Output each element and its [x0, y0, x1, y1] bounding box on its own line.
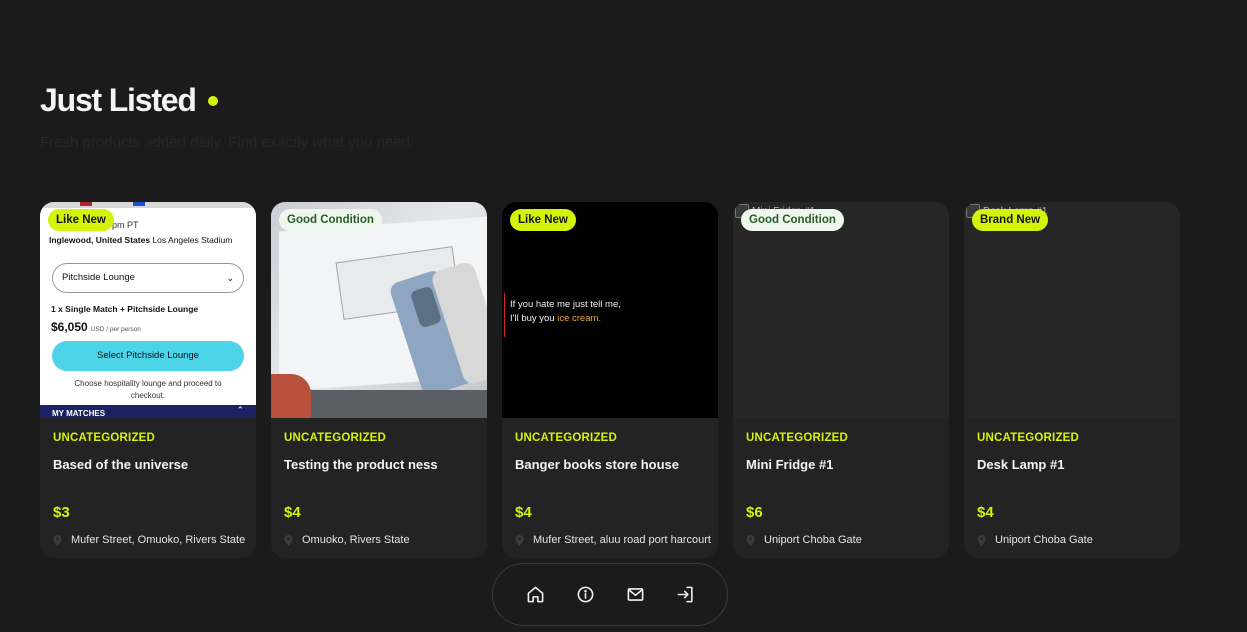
product-price: $4 — [977, 504, 994, 521]
location-pin-icon — [515, 534, 524, 546]
title-dot-icon — [207, 96, 218, 106]
section-header: Just Listed — [40, 80, 218, 120]
product-image: Good Condition — [271, 202, 487, 418]
image-select: Pitchside Lounge ⌄ — [52, 263, 244, 293]
product-location-text: Mufer Street, aluu road port harcourt — [533, 534, 711, 546]
product-price: $6 — [746, 504, 763, 521]
condition-badge: Like New — [48, 209, 114, 231]
product-price: $3 — [53, 504, 70, 521]
flag-icon — [80, 202, 92, 206]
location-pin-icon — [53, 534, 62, 546]
product-name[interactable]: Banger books store house — [515, 457, 705, 472]
image-amount: $6,050 USD / per person — [51, 320, 141, 334]
image-quote-accent: ice cream. — [557, 313, 602, 324]
image-select-value: Pitchside Lounge — [62, 272, 135, 283]
product-category: UNCATEGORIZED — [53, 432, 156, 444]
product-card[interactable]: Good Condition UNCATEGORIZED Testing the… — [271, 202, 487, 558]
chevron-up-icon: ⌃ — [236, 405, 244, 415]
product-location: Uniport Choba Gate — [746, 534, 942, 546]
product-location: Uniport Choba Gate — [977, 534, 1173, 546]
card-body: UNCATEGORIZED Banger books store house — [502, 418, 718, 472]
product-image: Desk Lamp #1 Brand New — [964, 202, 1180, 418]
image-footer-bar: MY MATCHES ⌃ — [40, 405, 256, 418]
home-icon — [527, 586, 543, 603]
image-venue-city: Inglewood, United States — [49, 235, 151, 245]
image-venue-name: Los Angeles Stadium — [152, 235, 233, 245]
nav-mail-button[interactable] — [623, 583, 647, 607]
page: Just Listed Fresh products added daily. … — [0, 0, 1247, 632]
nav-home-button[interactable] — [523, 583, 547, 607]
product-name[interactable]: Based of the universe — [53, 457, 243, 472]
login-icon — [677, 586, 693, 603]
product-price: $4 — [284, 504, 301, 521]
section-subtitle: Fresh products added daily. Find exactly… — [40, 134, 415, 151]
product-price: $4 — [515, 504, 532, 521]
product-card[interactable]: Mini Fridge #1 Good Condition UNCATEGORI… — [733, 202, 949, 558]
product-category: UNCATEGORIZED — [746, 432, 849, 444]
image-hint: Choose hospitality lounge and proceed to… — [74, 379, 222, 400]
product-location: Mufer Street, Omuoko, Rivers State — [53, 534, 249, 546]
image-quote-line1: If you hate me just tell me, — [510, 299, 621, 310]
product-location-text: Uniport Choba Gate — [995, 534, 1093, 546]
image-amount-unit: USD / per person — [90, 326, 141, 333]
location-pin-icon — [284, 534, 293, 546]
product-image: Mini Fridge #1 Good Condition — [733, 202, 949, 418]
product-category: UNCATEGORIZED — [977, 432, 1080, 444]
image-footer-text: MY MATCHES — [52, 409, 106, 418]
nav-login-button[interactable] — [673, 583, 697, 607]
product-grid: pm PT Inglewood, United States Los Angel… — [40, 202, 1180, 558]
mail-icon — [627, 588, 643, 601]
product-name[interactable]: Desk Lamp #1 — [977, 457, 1167, 472]
condition-badge: Good Condition — [741, 209, 844, 231]
info-icon — [577, 586, 593, 603]
product-image: pm PT Inglewood, United States Los Angel… — [40, 202, 256, 418]
image-quote-prefix: I'll buy you — [510, 313, 558, 324]
image-cta: Select Pitchside Lounge — [52, 341, 244, 371]
image-package: 1 x Single Match + Pitchside Lounge — [51, 304, 199, 314]
product-location: Mufer Street, aluu road port harcourt — [515, 534, 711, 546]
nav-info-button[interactable] — [573, 583, 597, 607]
image-top-strip — [40, 202, 256, 208]
product-name[interactable]: Mini Fridge #1 — [746, 457, 936, 472]
condition-badge: Good Condition — [279, 209, 382, 231]
product-location-text: Omuoko, Rivers State — [302, 534, 410, 546]
product-card[interactable]: pm PT Inglewood, United States Los Angel… — [40, 202, 256, 558]
location-pin-icon — [977, 534, 986, 546]
location-pin-icon — [746, 534, 755, 546]
condition-badge: Like New — [510, 209, 576, 231]
product-location-text: Uniport Choba Gate — [764, 534, 862, 546]
product-location-text: Mufer Street, Omuoko, Rivers State — [71, 534, 246, 546]
product-image: If you hate me just tell me, I'll buy yo… — [502, 202, 718, 418]
image-quote: If you hate me just tell me, I'll buy yo… — [510, 298, 621, 326]
product-category: UNCATEGORIZED — [515, 432, 618, 444]
image-quote-line2: I'll buy you ice cream. — [510, 312, 621, 326]
image-amount-value: $6,050 — [51, 320, 88, 334]
flag-icon — [133, 202, 145, 206]
product-category: UNCATEGORIZED — [284, 432, 387, 444]
card-body: UNCATEGORIZED Based of the universe — [40, 418, 256, 472]
section-title: Just Listed — [40, 82, 197, 118]
bottom-nav — [492, 563, 728, 626]
product-card[interactable]: Desk Lamp #1 Brand New UNCATEGORIZED Des… — [964, 202, 1180, 558]
product-card[interactable]: If you hate me just tell me, I'll buy yo… — [502, 202, 718, 558]
image-time: pm PT — [112, 220, 139, 230]
card-body: UNCATEGORIZED Testing the product ness — [271, 418, 487, 472]
image-venue: Inglewood, United States Los Angeles Sta… — [49, 235, 232, 245]
chevron-down-icon: ⌄ — [226, 273, 234, 283]
card-body: UNCATEGORIZED Desk Lamp #1 — [964, 418, 1180, 472]
product-name[interactable]: Testing the product ness — [284, 457, 474, 472]
card-body: UNCATEGORIZED Mini Fridge #1 — [733, 418, 949, 472]
product-location: Omuoko, Rivers State — [284, 534, 480, 546]
hand-shape — [271, 374, 311, 418]
quote-bar — [504, 293, 505, 337]
condition-badge: Brand New — [972, 209, 1049, 231]
